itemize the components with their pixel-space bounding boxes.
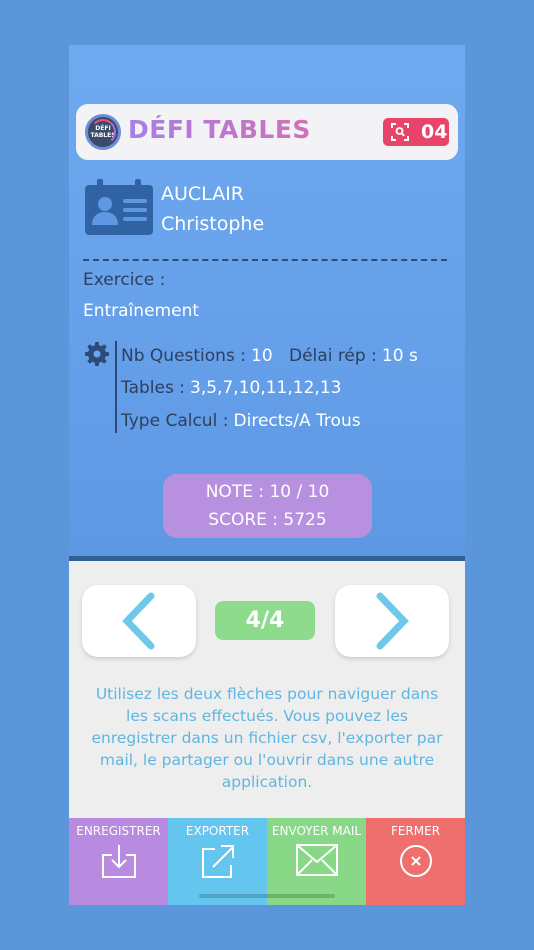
questions-value: 10	[251, 346, 273, 366]
qr-scan-icon	[391, 123, 409, 141]
scan-count: 04	[421, 121, 448, 143]
close-label: FERMER	[390, 824, 441, 838]
home-indicator	[199, 894, 335, 898]
scan-count-badge[interactable]: 04	[383, 118, 449, 146]
app-screen: DÉFI TABLES DÉFI TABLES 04 AUCLAIR Chris…	[69, 45, 465, 905]
calc-type-row: Type Calcul : Directs/A Trous	[121, 411, 361, 431]
envelope-icon	[295, 844, 338, 876]
section-divider	[83, 259, 447, 261]
panel-divider	[69, 556, 465, 561]
send-mail-button[interactable]: ENVOYER MAIL	[267, 818, 366, 905]
save-button[interactable]: ENREGISTRER	[69, 818, 168, 905]
next-scan-button[interactable]	[335, 585, 449, 657]
gear-icon	[85, 342, 109, 366]
exercise-label: Exercice :	[83, 270, 166, 290]
close-button[interactable]: FERMER	[366, 818, 465, 905]
score-box: NOTE : 10 / 10 SCORE : 5725	[163, 474, 372, 538]
delay-label: Délai rép :	[289, 346, 377, 366]
questions-row: Nb Questions : 10	[121, 346, 273, 366]
logo-text-line1: DÉFI	[95, 125, 111, 132]
exercise-value: Entraînement	[83, 301, 200, 321]
send-mail-label: ENVOYER MAIL	[271, 824, 362, 838]
tables-value: 3,5,7,10,11,12,13	[190, 378, 342, 398]
student-last-name: AUCLAIR	[161, 183, 244, 205]
app-header: DÉFI TABLES DÉFI TABLES 04	[76, 104, 458, 160]
settings-separator	[115, 341, 117, 433]
id-card-icon	[85, 179, 153, 235]
chevron-left-icon	[122, 592, 155, 650]
note-text: NOTE : 10 / 10	[205, 482, 330, 502]
calc-type-label: Type Calcul :	[121, 411, 229, 431]
score-text: SCORE : 5725	[208, 510, 327, 530]
app-title: DÉFI TABLES	[128, 115, 311, 144]
logo-text-line2: TABLES	[90, 132, 116, 139]
calc-type-value: Directs/A Trous	[233, 411, 361, 431]
result-panel: DÉFI TABLES DÉFI TABLES 04 AUCLAIR Chris…	[69, 45, 465, 556]
save-label: ENREGISTRER	[76, 824, 161, 838]
tables-label: Tables :	[121, 378, 185, 398]
scan-counter: 4/4	[215, 601, 315, 640]
questions-label: Nb Questions :	[121, 346, 246, 366]
prev-scan-button[interactable]	[82, 585, 196, 657]
close-circle-icon	[399, 845, 432, 877]
help-text: Utilisez les deux flèches pour naviguer …	[91, 685, 443, 791]
chevron-right-icon	[376, 592, 409, 650]
export-button[interactable]: EXPORTER	[168, 818, 267, 905]
delay-value: 10 s	[381, 346, 418, 366]
download-tray-icon	[101, 845, 136, 878]
delay-row: Délai rép : 10 s	[289, 346, 418, 366]
student-first-name: Christophe	[161, 213, 265, 235]
export-label: EXPORTER	[185, 824, 250, 838]
tables-row: Tables : 3,5,7,10,11,12,13	[121, 378, 341, 398]
share-arrow-icon	[201, 845, 234, 878]
app-logo: DÉFI TABLES	[85, 114, 121, 150]
